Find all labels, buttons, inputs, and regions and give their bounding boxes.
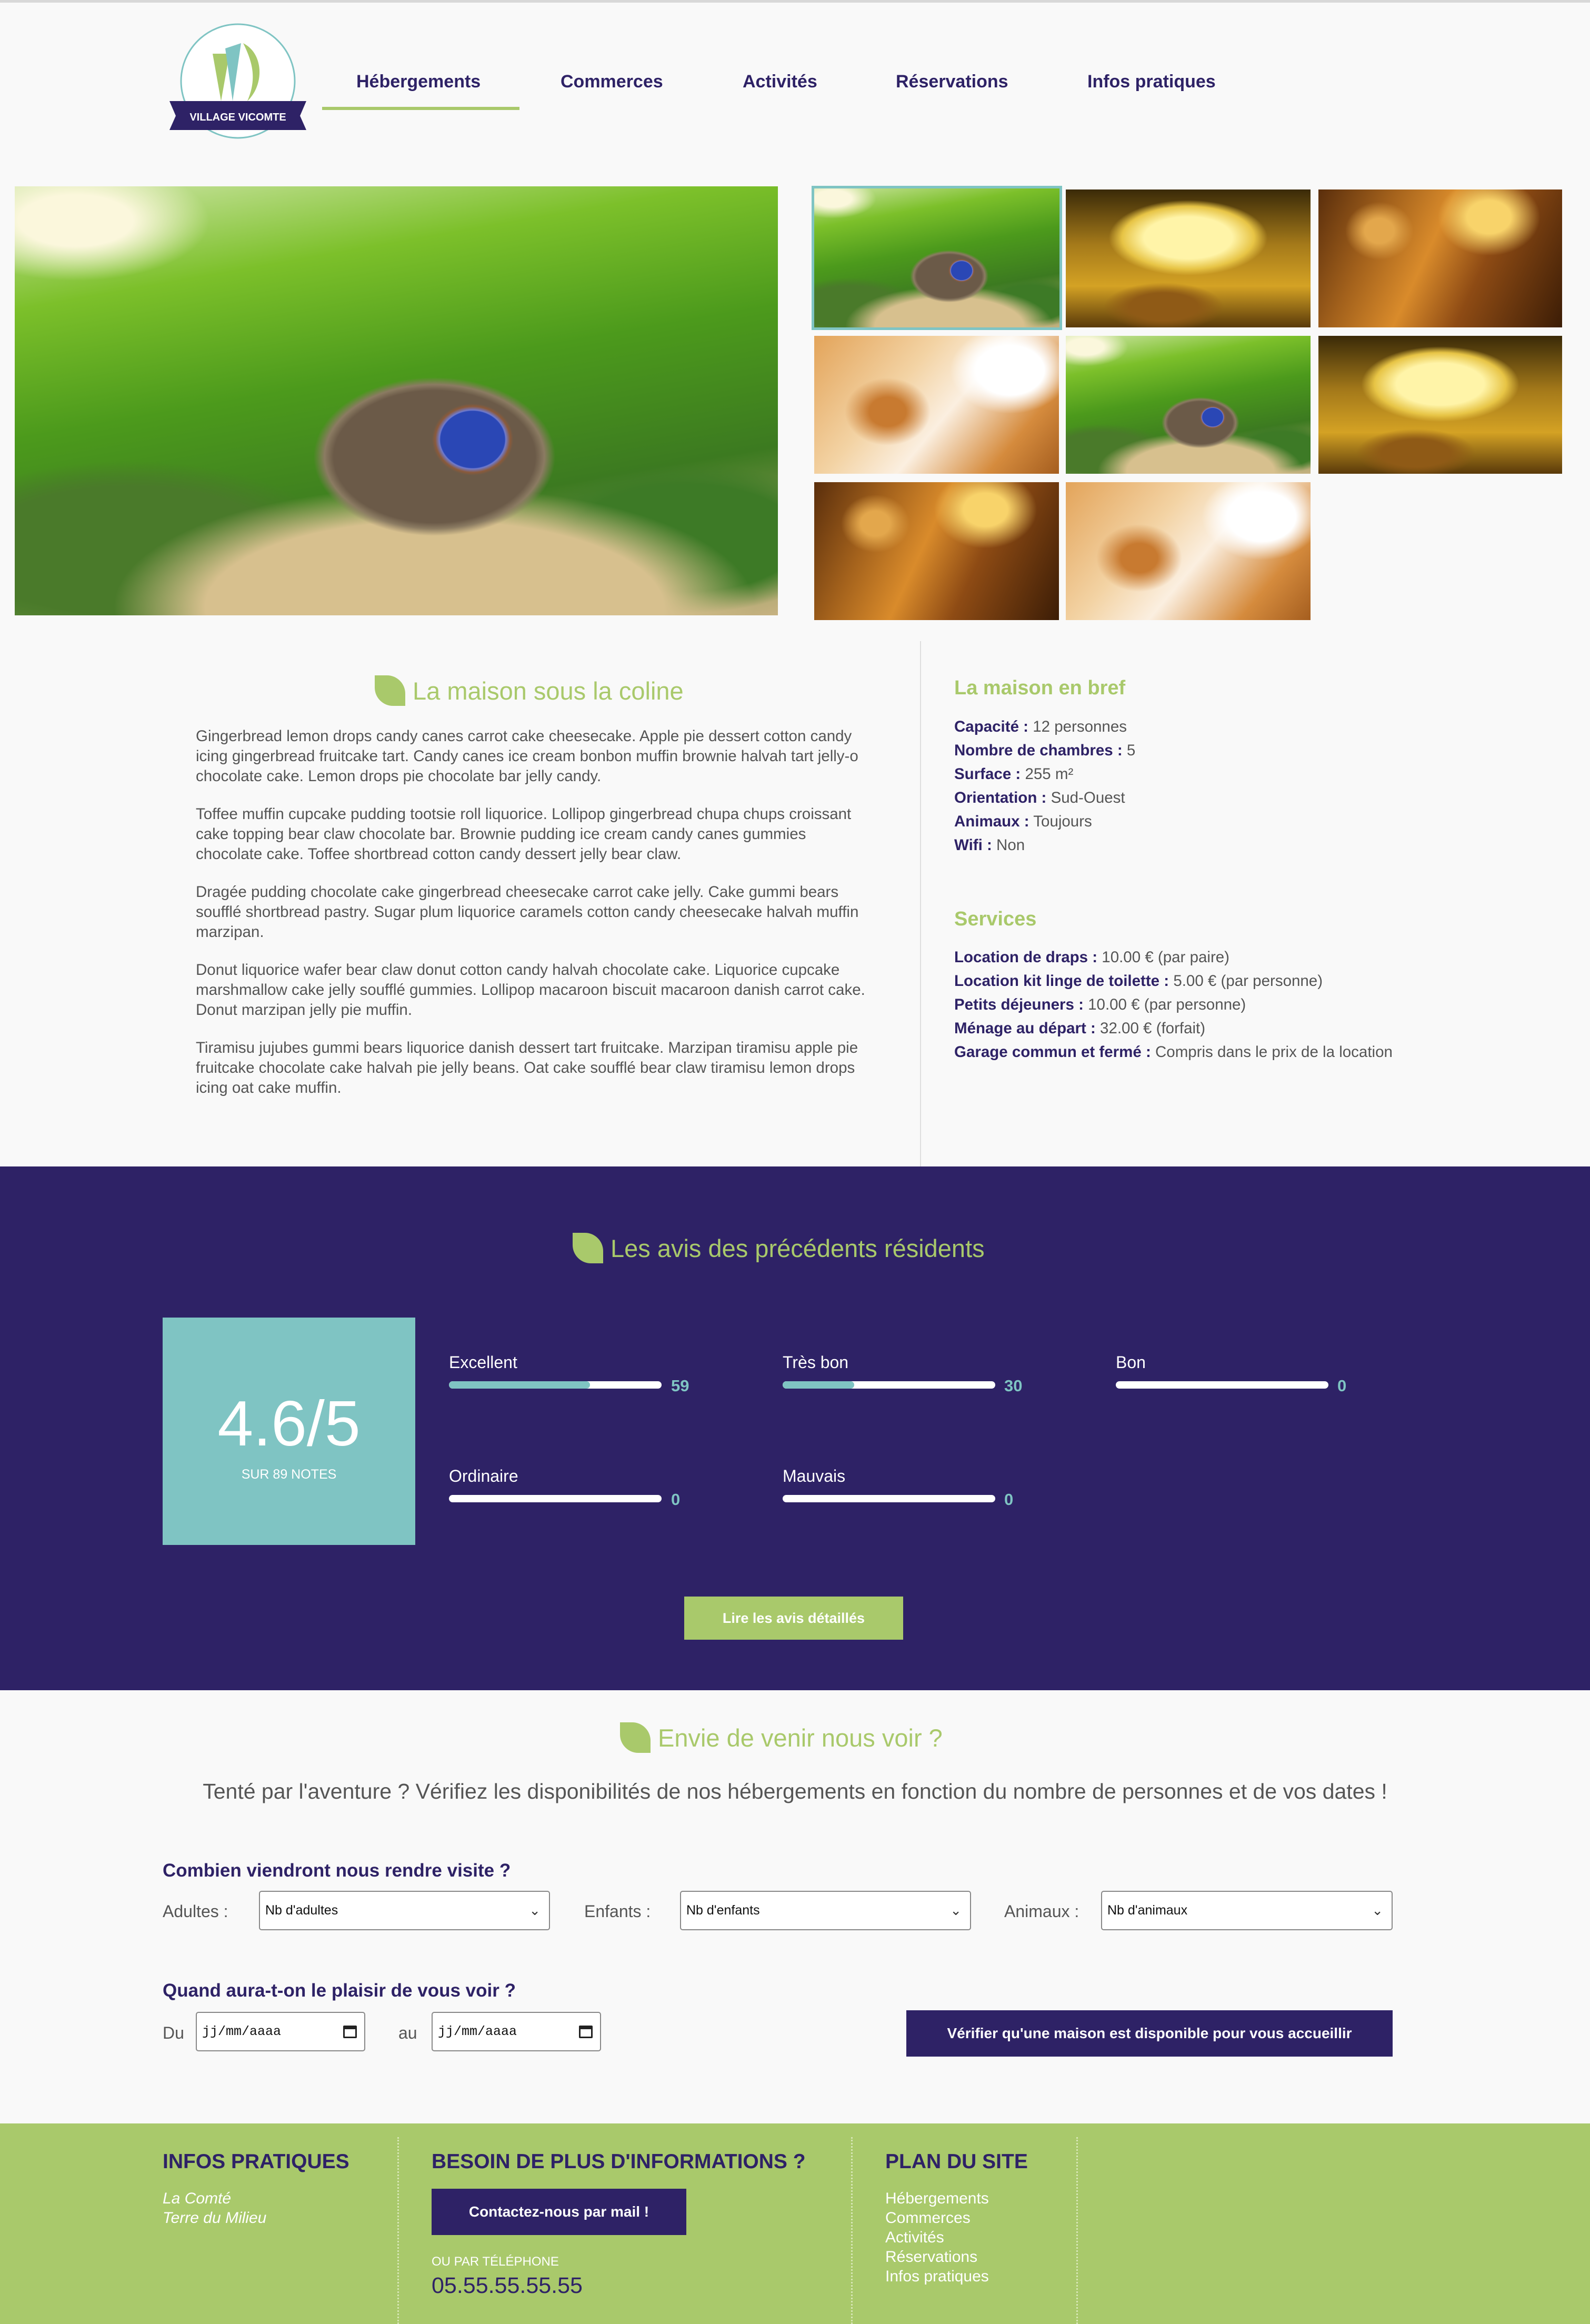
calendar-icon [343, 2026, 357, 2038]
service-item: Garage commun et fermé : Compris dans le… [954, 1043, 1393, 1061]
footer-infos-title: INFOS PRATIQUES [163, 2150, 349, 2173]
rating-bar [783, 1381, 995, 1389]
adults-label: Adultes : [163, 1902, 228, 1921]
booking-intro: Tenté par l'aventure ? Vérifiez les disp… [203, 1779, 1387, 1803]
service-item: Ménage au départ : 32.00 € (forfait) [954, 1020, 1206, 1037]
from-label: Du [163, 2023, 184, 2042]
footer-address-line: La Comté [163, 2190, 232, 2207]
services-title: Services [954, 908, 1037, 930]
leaf-icon [573, 1233, 603, 1263]
footer-contact-title: BESOIN DE PLUS D'INFORMATIONS ? [432, 2150, 806, 2173]
departure-date-input[interactable]: jj/mm/aaaa [432, 2012, 601, 2051]
phone-label: OU PAR TÉLÉPHONE [432, 2255, 559, 2269]
dates-question: Quand aura-t-on le plaisir de vous voir … [163, 1980, 516, 2001]
footer-divider [1076, 2137, 1078, 2324]
gallery-thumbnail[interactable] [1066, 482, 1311, 620]
service-item: Location de draps : 10.00 € (par paire) [954, 949, 1229, 966]
description-title: La maison sous la coline [375, 675, 684, 706]
rating-bar [449, 1381, 662, 1389]
leaf-icon [620, 1722, 651, 1753]
gallery-thumbnail[interactable] [1066, 189, 1311, 327]
adults-select[interactable]: Nb d'adultes ⌄ [259, 1891, 550, 1930]
sitemap-link[interactable]: Commerces [885, 2209, 971, 2227]
svg-text:VILLAGE VICOMTE: VILLAGE VICOMTE [189, 112, 286, 123]
chevron-down-icon: ⌄ [950, 1902, 962, 1918]
service-item: Location kit linge de toilette : 5.00 € … [954, 972, 1323, 990]
leaf-icon [375, 675, 405, 706]
booking-title: Envie de venir nous voir ? [620, 1722, 943, 1753]
brief-item: Nombre de chambres : 5 [954, 742, 1136, 759]
rating-count: 59 [671, 1377, 689, 1395]
brief-item: Orientation : Sud-Ouest [954, 789, 1125, 806]
animals-select[interactable]: Nb d'animaux ⌄ [1101, 1891, 1393, 1930]
chevron-down-icon: ⌄ [1372, 1902, 1383, 1918]
rating-label: Mauvais [783, 1467, 846, 1485]
column-divider [920, 641, 921, 1166]
main-photo [15, 186, 778, 615]
nav-active-indicator [322, 107, 519, 110]
nav-infos-pratiques[interactable]: Infos pratiques [1087, 72, 1216, 92]
chevron-down-icon: ⌄ [529, 1902, 541, 1918]
rating-bar [783, 1495, 995, 1502]
rating-count: 30 [1004, 1377, 1023, 1395]
rating-bar [449, 1495, 662, 1502]
rating-count: 0 [671, 1490, 681, 1509]
arrival-date-input[interactable]: jj/mm/aaaa [196, 2012, 365, 2051]
nav-activites[interactable]: Activités [743, 72, 817, 92]
children-select[interactable]: Nb d'enfants ⌄ [680, 1891, 971, 1930]
gallery-thumbnail[interactable] [1318, 336, 1562, 474]
sitemap-link[interactable]: Infos pratiques [885, 2268, 989, 2286]
rating-label: Bon [1116, 1353, 1146, 1372]
rating-label: Très bon [783, 1353, 849, 1372]
score-count: SUR 89 NOTES [241, 1467, 337, 1482]
overall-score-card: 4.6/5 SUR 89 NOTES [163, 1318, 415, 1545]
footer-sitemap-title: PLAN DU SITE [885, 2150, 1028, 2173]
nav-hebergements[interactable]: Hébergements [356, 72, 481, 92]
brief-item: Capacité : 12 personnes [954, 718, 1127, 735]
nav-commerces[interactable]: Commerces [561, 72, 663, 92]
brief-title: La maison en bref [954, 677, 1126, 699]
read-reviews-button[interactable]: Lire les avis détaillés [684, 1597, 903, 1640]
brief-item: Surface : 255 m² [954, 765, 1074, 783]
description-paragraph: Gingerbread lemon drops candy canes carr… [196, 727, 858, 785]
rating-count: 0 [1004, 1490, 1014, 1509]
overall-score: 4.6/5 [217, 1388, 361, 1459]
description-paragraph: Dragée pudding chocolate cake gingerbrea… [196, 883, 859, 941]
children-label: Enfants : [584, 1902, 651, 1921]
contact-mail-button[interactable]: Contactez-nous par mail ! [432, 2189, 686, 2235]
rating-label: Excellent [449, 1353, 517, 1372]
sitemap-link[interactable]: Réservations [885, 2248, 977, 2266]
brief-item: Animaux : Toujours [954, 813, 1092, 830]
sitemap-link[interactable]: Hébergements [885, 2190, 989, 2208]
gallery-thumbnail[interactable] [1318, 189, 1562, 327]
description-paragraph: Toffee muffin cupcake pudding tootsie ro… [196, 805, 852, 863]
phone-number[interactable]: 05.55.55.55.55 [432, 2273, 583, 2299]
description-paragraph: Donut liquorice wafer bear claw donut co… [196, 961, 865, 1019]
brief-item: Wifi : Non [954, 836, 1025, 854]
nav-reservations[interactable]: Réservations [896, 72, 1008, 92]
top-border [0, 0, 1590, 3]
gallery-thumbnail[interactable] [814, 336, 1059, 474]
gallery-thumbnail[interactable] [814, 482, 1059, 620]
footer-divider [397, 2137, 399, 2324]
description-paragraph: Tiramisu jujubes gummi bears liquorice d… [196, 1039, 858, 1096]
gallery-thumbnail[interactable] [812, 186, 1062, 330]
to-label: au [398, 2023, 417, 2042]
calendar-icon [579, 2026, 593, 2038]
village-vicomte-logo[interactable]: VILLAGE VICOMTE [164, 22, 312, 146]
rating-bar [1116, 1381, 1328, 1389]
guests-question: Combien viendront nous rendre visite ? [163, 1860, 511, 1881]
sitemap-link[interactable]: Activités [885, 2229, 944, 2247]
footer-address-line: Terre du Milieu [163, 2209, 267, 2227]
reviews-title: Les avis des précédents résidents [573, 1233, 985, 1263]
service-item: Petits déjeuners : 10.00 € (par personne… [954, 996, 1246, 1013]
animals-label: Animaux : [1004, 1902, 1079, 1921]
footer-divider [851, 2137, 853, 2324]
gallery-thumbnail[interactable] [1066, 336, 1311, 474]
rating-label: Ordinaire [449, 1467, 518, 1485]
check-availability-button[interactable]: Vérifier qu'une maison est disponible po… [906, 2010, 1393, 2057]
rating-count: 0 [1337, 1377, 1347, 1395]
